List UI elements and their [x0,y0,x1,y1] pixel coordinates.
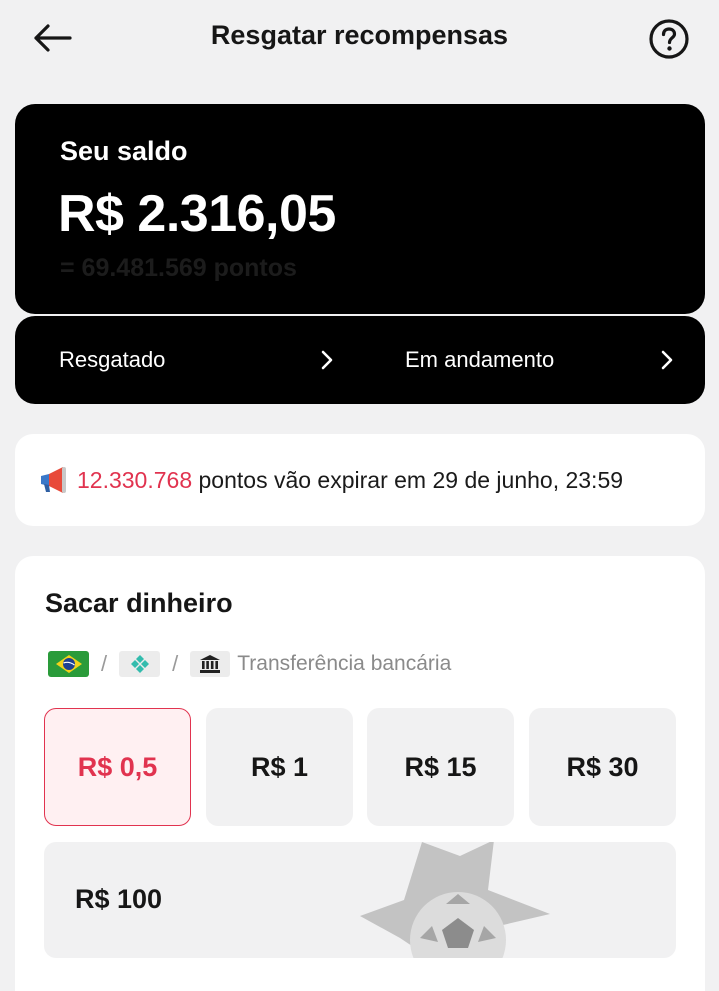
amount-option[interactable]: R$ 30 [529,708,676,826]
header: Resgatar recompensas [0,0,719,76]
chevron-right-icon [659,350,675,370]
bank-transfer-label: Transferência bancária [237,652,452,675]
amount-option[interactable]: R$ 15 [367,708,514,826]
in-progress-link[interactable]: Em andamento [405,316,675,404]
expiry-notice: 12.330.768 pontos vão expirar em 29 de j… [15,434,705,526]
brazil-flag-icon [48,651,89,677]
megaphone-icon [41,467,66,493]
cash-withdraw-section: Sacar dinheiro / / Transferência bancári… [15,556,705,991]
redeemed-label: Resgatado [59,347,166,372]
notice-message: pontos vão expirar em 29 de junho, 23:59 [192,466,624,493]
separator: / [101,651,108,676]
help-button[interactable] [646,16,692,62]
expiring-points: 12.330.768 [77,466,193,493]
soccer-ball-icon [360,842,550,958]
bank-icon [190,651,231,677]
amount-option-selected[interactable]: R$ 0,5 [44,708,191,826]
payment-methods: / / Transferência bancária [48,650,451,678]
page-title: Resgatar recompensas [210,20,509,50]
amount-label: R$ 100 [75,884,163,914]
notice-text: 12.330.768 pontos vão expirar em 29 de j… [77,467,623,494]
history-links: Resgatado Em andamento [15,316,705,404]
amount-option[interactable]: R$ 1 [206,708,353,826]
in-progress-label: Em andamento [405,347,555,372]
separator: / [172,651,179,676]
amount-option-promo[interactable]: R$ 100 [44,842,676,958]
balance-label: Seu saldo [60,136,188,166]
balance-card: Seu saldo R$ 2.316,05 = 69.481.569 ponto… [15,104,705,314]
question-circle-icon [649,19,689,59]
balance-points: = 69.481.569 pontos [60,254,297,282]
section-title: Sacar dinheiro [45,588,233,618]
redeemed-link[interactable]: Resgatado [59,316,335,404]
balance-amount: R$ 2.316,05 [58,185,336,243]
pix-icon [119,651,161,677]
chevron-right-icon [319,350,335,370]
